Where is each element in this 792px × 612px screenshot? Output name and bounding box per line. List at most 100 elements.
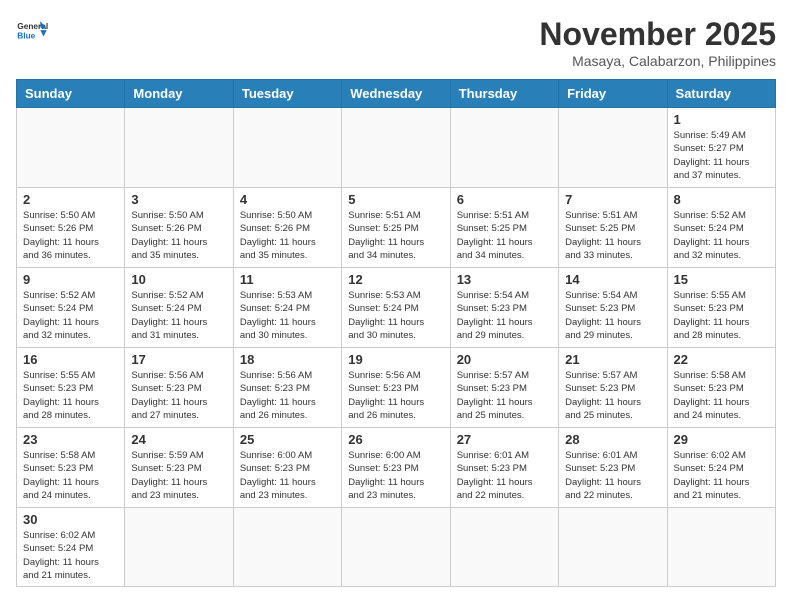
calendar-day-cell: 15 Sunrise: 5:55 AM Sunset: 5:23 PM Dayli…: [667, 268, 775, 348]
day-info: Sunrise: 5:53 AM Sunset: 5:24 PM Dayligh…: [240, 289, 335, 342]
calendar-day-cell: 8 Sunrise: 5:52 AM Sunset: 5:24 PM Daylig…: [667, 188, 775, 268]
logo-area: General Blue: [16, 16, 48, 48]
day-info: Sunrise: 5:49 AM Sunset: 5:27 PM Dayligh…: [674, 129, 769, 182]
calendar-day-cell: 7 Sunrise: 5:51 AM Sunset: 5:25 PM Daylig…: [559, 188, 667, 268]
calendar-day-cell: [125, 108, 233, 188]
day-info: Sunrise: 5:51 AM Sunset: 5:25 PM Dayligh…: [565, 209, 660, 262]
day-info: Sunrise: 5:56 AM Sunset: 5:23 PM Dayligh…: [131, 369, 226, 422]
day-number: 5: [348, 192, 443, 207]
calendar-day-cell: 25Sunrise: 6:00 AM Sunset: 5:23 PM Dayli…: [233, 428, 341, 508]
calendar-day-cell: 1 Sunrise: 5:49 AM Sunset: 5:27 PM Daylig…: [667, 108, 775, 188]
day-number: 1: [674, 112, 769, 127]
calendar-week-row: 16 Sunrise: 5:55 AM Sunset: 5:23 PM Dayli…: [17, 348, 776, 428]
day-info: Sunrise: 6:02 AM Sunset: 5:24 PM Dayligh…: [23, 529, 118, 582]
day-info: Sunrise: 6:01 AM Sunset: 5:23 PM Dayligh…: [457, 449, 552, 502]
calendar-day-cell: 30 Sunrise: 6:02 AM Sunset: 5:24 PM Dayli…: [17, 508, 125, 587]
day-number: 26: [348, 432, 443, 447]
day-number: 14: [565, 272, 660, 287]
day-info: Sunrise: 5:50 AM Sunset: 5:26 PM Dayligh…: [240, 209, 335, 262]
weekday-header-wednesday: Wednesday: [342, 80, 450, 108]
day-number: 6: [457, 192, 552, 207]
day-number: 4: [240, 192, 335, 207]
day-number: 16: [23, 352, 118, 367]
day-info: Sunrise: 6:00 AM Sunset: 5:23 PM Dayligh…: [348, 449, 443, 502]
calendar-day-cell: 11 Sunrise: 5:53 AM Sunset: 5:24 PM Dayli…: [233, 268, 341, 348]
calendar-day-cell: 27 Sunrise: 6:01 AM Sunset: 5:23 PM Dayli…: [450, 428, 558, 508]
calendar-day-cell: 9Sunrise: 5:52 AM Sunset: 5:24 PM Daylig…: [17, 268, 125, 348]
calendar-week-row: 23 Sunrise: 5:58 AM Sunset: 5:23 PM Dayli…: [17, 428, 776, 508]
day-info: Sunrise: 5:51 AM Sunset: 5:25 PM Dayligh…: [348, 209, 443, 262]
day-info: Sunrise: 5:57 AM Sunset: 5:23 PM Dayligh…: [457, 369, 552, 422]
calendar-day-cell: 17Sunrise: 5:56 AM Sunset: 5:23 PM Dayli…: [125, 348, 233, 428]
calendar-day-cell: [17, 108, 125, 188]
day-info: Sunrise: 5:55 AM Sunset: 5:23 PM Dayligh…: [23, 369, 118, 422]
general-blue-logo-icon: General Blue: [16, 16, 48, 48]
day-number: 11: [240, 272, 335, 287]
day-info: Sunrise: 5:58 AM Sunset: 5:23 PM Dayligh…: [674, 369, 769, 422]
day-info: Sunrise: 5:54 AM Sunset: 5:23 PM Dayligh…: [457, 289, 552, 342]
calendar-day-cell: 23 Sunrise: 5:58 AM Sunset: 5:23 PM Dayli…: [17, 428, 125, 508]
calendar-day-cell: 28Sunrise: 6:01 AM Sunset: 5:23 PM Dayli…: [559, 428, 667, 508]
weekday-header-saturday: Saturday: [667, 80, 775, 108]
calendar-day-cell: [450, 508, 558, 587]
day-number: 20: [457, 352, 552, 367]
day-info: Sunrise: 5:56 AM Sunset: 5:23 PM Dayligh…: [348, 369, 443, 422]
calendar-day-cell: 3Sunrise: 5:50 AM Sunset: 5:26 PM Daylig…: [125, 188, 233, 268]
day-number: 7: [565, 192, 660, 207]
day-number: 27: [457, 432, 552, 447]
location-title: Masaya, Calabarzon, Philippines: [539, 53, 776, 69]
calendar-day-cell: 19 Sunrise: 5:56 AM Sunset: 5:23 PM Dayli…: [342, 348, 450, 428]
weekday-header-friday: Friday: [559, 80, 667, 108]
calendar-week-row: 9Sunrise: 5:52 AM Sunset: 5:24 PM Daylig…: [17, 268, 776, 348]
day-number: 24: [131, 432, 226, 447]
day-info: Sunrise: 6:02 AM Sunset: 5:24 PM Dayligh…: [674, 449, 769, 502]
day-number: 8: [674, 192, 769, 207]
calendar-day-cell: 24 Sunrise: 5:59 AM Sunset: 5:23 PM Dayli…: [125, 428, 233, 508]
day-info: Sunrise: 5:55 AM Sunset: 5:23 PM Dayligh…: [674, 289, 769, 342]
day-number: 22: [674, 352, 769, 367]
day-info: Sunrise: 5:52 AM Sunset: 5:24 PM Dayligh…: [23, 289, 118, 342]
day-info: Sunrise: 5:51 AM Sunset: 5:25 PM Dayligh…: [457, 209, 552, 262]
day-number: 13: [457, 272, 552, 287]
day-info: Sunrise: 5:52 AM Sunset: 5:24 PM Dayligh…: [674, 209, 769, 262]
calendar-day-cell: 4 Sunrise: 5:50 AM Sunset: 5:26 PM Daylig…: [233, 188, 341, 268]
calendar-day-cell: 12Sunrise: 5:53 AM Sunset: 5:24 PM Dayli…: [342, 268, 450, 348]
day-info: Sunrise: 5:57 AM Sunset: 5:23 PM Dayligh…: [565, 369, 660, 422]
day-number: 28: [565, 432, 660, 447]
header: General Blue November 2025 Masaya, Calab…: [16, 16, 776, 69]
day-info: Sunrise: 5:56 AM Sunset: 5:23 PM Dayligh…: [240, 369, 335, 422]
calendar-day-cell: [125, 508, 233, 587]
day-number: 21: [565, 352, 660, 367]
weekday-header-thursday: Thursday: [450, 80, 558, 108]
calendar-day-cell: 14Sunrise: 5:54 AM Sunset: 5:23 PM Dayli…: [559, 268, 667, 348]
day-number: 15: [674, 272, 769, 287]
calendar-day-cell: 21 Sunrise: 5:57 AM Sunset: 5:23 PM Dayli…: [559, 348, 667, 428]
day-number: 23: [23, 432, 118, 447]
weekday-header-sunday: Sunday: [17, 80, 125, 108]
calendar-day-cell: 29 Sunrise: 6:02 AM Sunset: 5:24 PM Dayli…: [667, 428, 775, 508]
day-info: Sunrise: 5:50 AM Sunset: 5:26 PM Dayligh…: [23, 209, 118, 262]
calendar-day-cell: 10Sunrise: 5:52 AM Sunset: 5:24 PM Dayli…: [125, 268, 233, 348]
weekday-header-monday: Monday: [125, 80, 233, 108]
calendar-day-cell: 26 Sunrise: 6:00 AM Sunset: 5:23 PM Dayli…: [342, 428, 450, 508]
day-info: Sunrise: 5:50 AM Sunset: 5:26 PM Dayligh…: [131, 209, 226, 262]
title-area: November 2025 Masaya, Calabarzon, Philip…: [539, 16, 776, 69]
calendar-day-cell: [559, 108, 667, 188]
day-info: Sunrise: 5:58 AM Sunset: 5:23 PM Dayligh…: [23, 449, 118, 502]
weekday-header-row: SundayMondayTuesdayWednesdayThursdayFrid…: [17, 80, 776, 108]
svg-text:Blue: Blue: [17, 30, 35, 40]
calendar-table: SundayMondayTuesdayWednesdayThursdayFrid…: [16, 79, 776, 587]
calendar-day-cell: [342, 108, 450, 188]
day-number: 30: [23, 512, 118, 527]
day-number: 19: [348, 352, 443, 367]
month-title: November 2025: [539, 16, 776, 53]
day-info: Sunrise: 5:59 AM Sunset: 5:23 PM Dayligh…: [131, 449, 226, 502]
calendar-day-cell: 5 Sunrise: 5:51 AM Sunset: 5:25 PM Daylig…: [342, 188, 450, 268]
calendar-day-cell: 2Sunrise: 5:50 AM Sunset: 5:26 PM Daylig…: [17, 188, 125, 268]
day-number: 29: [674, 432, 769, 447]
calendar-day-cell: [342, 508, 450, 587]
calendar-day-cell: [667, 508, 775, 587]
calendar-day-cell: 20 Sunrise: 5:57 AM Sunset: 5:23 PM Dayli…: [450, 348, 558, 428]
calendar-day-cell: 18Sunrise: 5:56 AM Sunset: 5:23 PM Dayli…: [233, 348, 341, 428]
day-info: Sunrise: 5:53 AM Sunset: 5:24 PM Dayligh…: [348, 289, 443, 342]
